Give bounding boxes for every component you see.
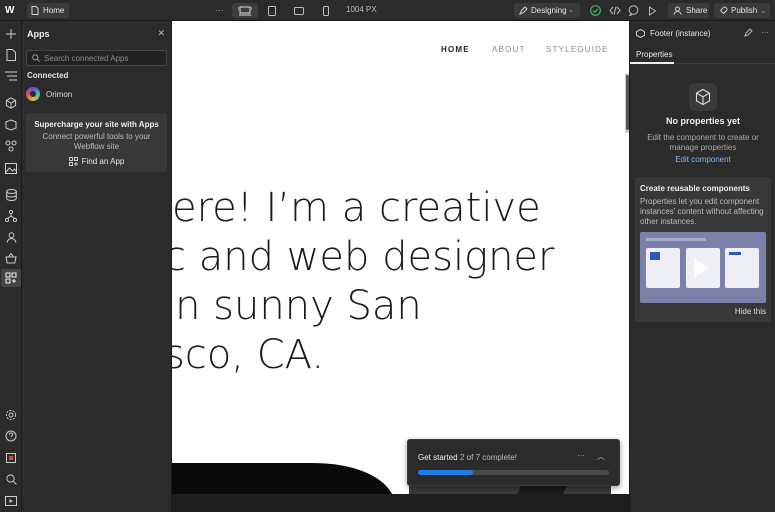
apps-panel: Apps ✕ Connected Orimon Supercharge your…: [22, 21, 172, 512]
publish-button-label: Publish: [731, 6, 758, 15]
ecommerce-icon[interactable]: [4, 251, 18, 265]
top-bar: W Home ··· 1004 PX Designing ⌄ Share Pub…: [0, 0, 775, 21]
chevron-down-icon: ⌄: [568, 7, 574, 14]
play-icon[interactable]: [694, 258, 708, 278]
get-started-progress-text: 2 of 7 complete!: [460, 453, 517, 462]
reusable-components-card: Create reusable components Properties le…: [635, 177, 771, 322]
page-icon: [31, 6, 39, 15]
chevron-down-icon: ⌄: [760, 7, 767, 15]
find-app-label: Find an App: [81, 157, 125, 166]
nav-link-home[interactable]: HOME: [441, 45, 470, 54]
mobile-landscape-breakpoint-icon[interactable]: [291, 3, 306, 18]
hero-heading[interactable]: ere! I’m a creative c and web designer i…: [172, 184, 629, 380]
user-icon: [673, 6, 682, 15]
promo-title: Supercharge your site with Apps: [34, 120, 159, 129]
card-description: Properties let you edit component instan…: [640, 197, 764, 226]
components-icon[interactable]: [4, 96, 18, 110]
comments-icon[interactable]: [626, 3, 641, 18]
page-selector-button[interactable]: Home: [27, 3, 70, 18]
webflow-logo[interactable]: W: [5, 5, 17, 16]
more-options-icon[interactable]: ···: [577, 451, 585, 460]
tutorial-video-thumbnail[interactable]: [640, 232, 766, 303]
settings-icon[interactable]: [4, 408, 18, 422]
users-icon[interactable]: [4, 230, 18, 244]
right-panel: Footer (instance) ··· Properties No prop…: [629, 21, 775, 512]
apps-promo-card: Supercharge your site with Apps Connect …: [26, 113, 167, 172]
orimon-logo: [26, 87, 40, 101]
publish-status-check-icon[interactable]: [588, 3, 603, 18]
publish-button[interactable]: Publish ⌄: [714, 3, 770, 18]
preview-play-icon[interactable]: [645, 3, 660, 18]
search-icon[interactable]: [4, 472, 18, 486]
page-selector-label: Home: [43, 6, 65, 15]
panel-tabs: Properties: [630, 44, 775, 64]
hero-line: c and web designer: [172, 234, 555, 280]
get-started-panel[interactable]: Get started 2 of 7 complete! ··· ︿: [407, 439, 620, 486]
right-panel-scrollbar[interactable]: [626, 75, 629, 130]
connected-heading: Connected: [27, 71, 69, 80]
left-toolbar: [0, 21, 22, 512]
viewport-width-readout: 1004 PX: [346, 5, 377, 14]
empty-state-title: No properties yet: [665, 116, 741, 126]
nav-link-about[interactable]: ABOUT: [492, 45, 526, 54]
empty-state-description: Edit the component to create or manage p…: [647, 133, 759, 152]
share-button-label: Share: [686, 6, 708, 15]
apps-icon[interactable]: [1, 269, 21, 287]
design-canvas[interactable]: HOME ABOUT STYLEGUIDE ere! I’m a creativ…: [172, 21, 629, 494]
more-options-icon[interactable]: ···: [761, 28, 769, 39]
get-started-title: Get started: [418, 453, 458, 462]
active-tab-indicator: [630, 62, 674, 64]
variables-icon[interactable]: [4, 139, 18, 153]
edit-component-link[interactable]: Edit component: [630, 155, 775, 164]
list-item[interactable]: Orimon: [26, 86, 167, 102]
cms-icon[interactable]: [4, 188, 18, 202]
hero-line: sco, CA.: [172, 332, 325, 378]
navigator-icon[interactable]: [4, 69, 18, 83]
code-icon[interactable]: [607, 3, 622, 18]
get-started-shadow-card: [409, 486, 611, 494]
add-elements-icon[interactable]: [4, 27, 18, 41]
apps-search-field[interactable]: [26, 50, 167, 66]
rocket-icon: [719, 6, 728, 15]
pen-icon: [519, 6, 528, 15]
help-icon[interactable]: [4, 429, 18, 443]
nav-link-styleguide[interactable]: STYLEGUIDE: [546, 45, 609, 54]
selected-element-header: Footer (instance): [636, 29, 710, 38]
selected-element-title: Footer (instance): [650, 29, 711, 38]
component-icon: [689, 83, 717, 111]
edit-component-icon[interactable]: [744, 28, 753, 39]
footer-image-shape: [172, 463, 392, 494]
apps-search-input[interactable]: [44, 53, 159, 63]
pages-icon[interactable]: [4, 48, 18, 62]
mobile-portrait-breakpoint-icon[interactable]: [318, 3, 333, 18]
progress-bar: [418, 470, 609, 475]
assets-icon[interactable]: [4, 161, 18, 175]
hide-this-link[interactable]: Hide this: [735, 307, 766, 316]
share-button[interactable]: Share: [668, 3, 709, 18]
style-manager-icon[interactable]: [4, 118, 18, 132]
progress-bar-fill: [418, 470, 473, 475]
find-app-button[interactable]: Find an App: [68, 157, 125, 166]
record-icon[interactable]: [4, 451, 18, 465]
card-title: Create reusable components: [640, 184, 750, 193]
search-icon: [32, 54, 40, 62]
desktop-breakpoint-icon[interactable]: [232, 3, 258, 18]
canvas-bottom-strip: [172, 494, 629, 512]
chevron-up-icon[interactable]: ︿: [597, 451, 605, 462]
more-options-icon[interactable]: ···: [212, 3, 227, 18]
hero-line: in sunny San: [172, 283, 422, 329]
video-tutorials-icon[interactable]: [4, 494, 18, 508]
mode-dropdown-label: Designing: [531, 6, 567, 15]
component-instance-icon: [636, 29, 645, 38]
tab-properties[interactable]: Properties: [636, 50, 672, 59]
panel-title: Apps: [27, 29, 50, 39]
app-name: Orimon: [46, 89, 73, 99]
apps-grid-icon: [68, 157, 78, 166]
close-icon[interactable]: ✕: [157, 28, 165, 39]
logic-icon[interactable]: [4, 209, 18, 223]
promo-description: Connect powerful tools to your Webflow s…: [42, 132, 151, 151]
hero-line: ere! I’m a creative: [172, 185, 541, 231]
tablet-breakpoint-icon[interactable]: [264, 3, 279, 18]
mode-dropdown[interactable]: Designing ⌄: [514, 3, 580, 18]
